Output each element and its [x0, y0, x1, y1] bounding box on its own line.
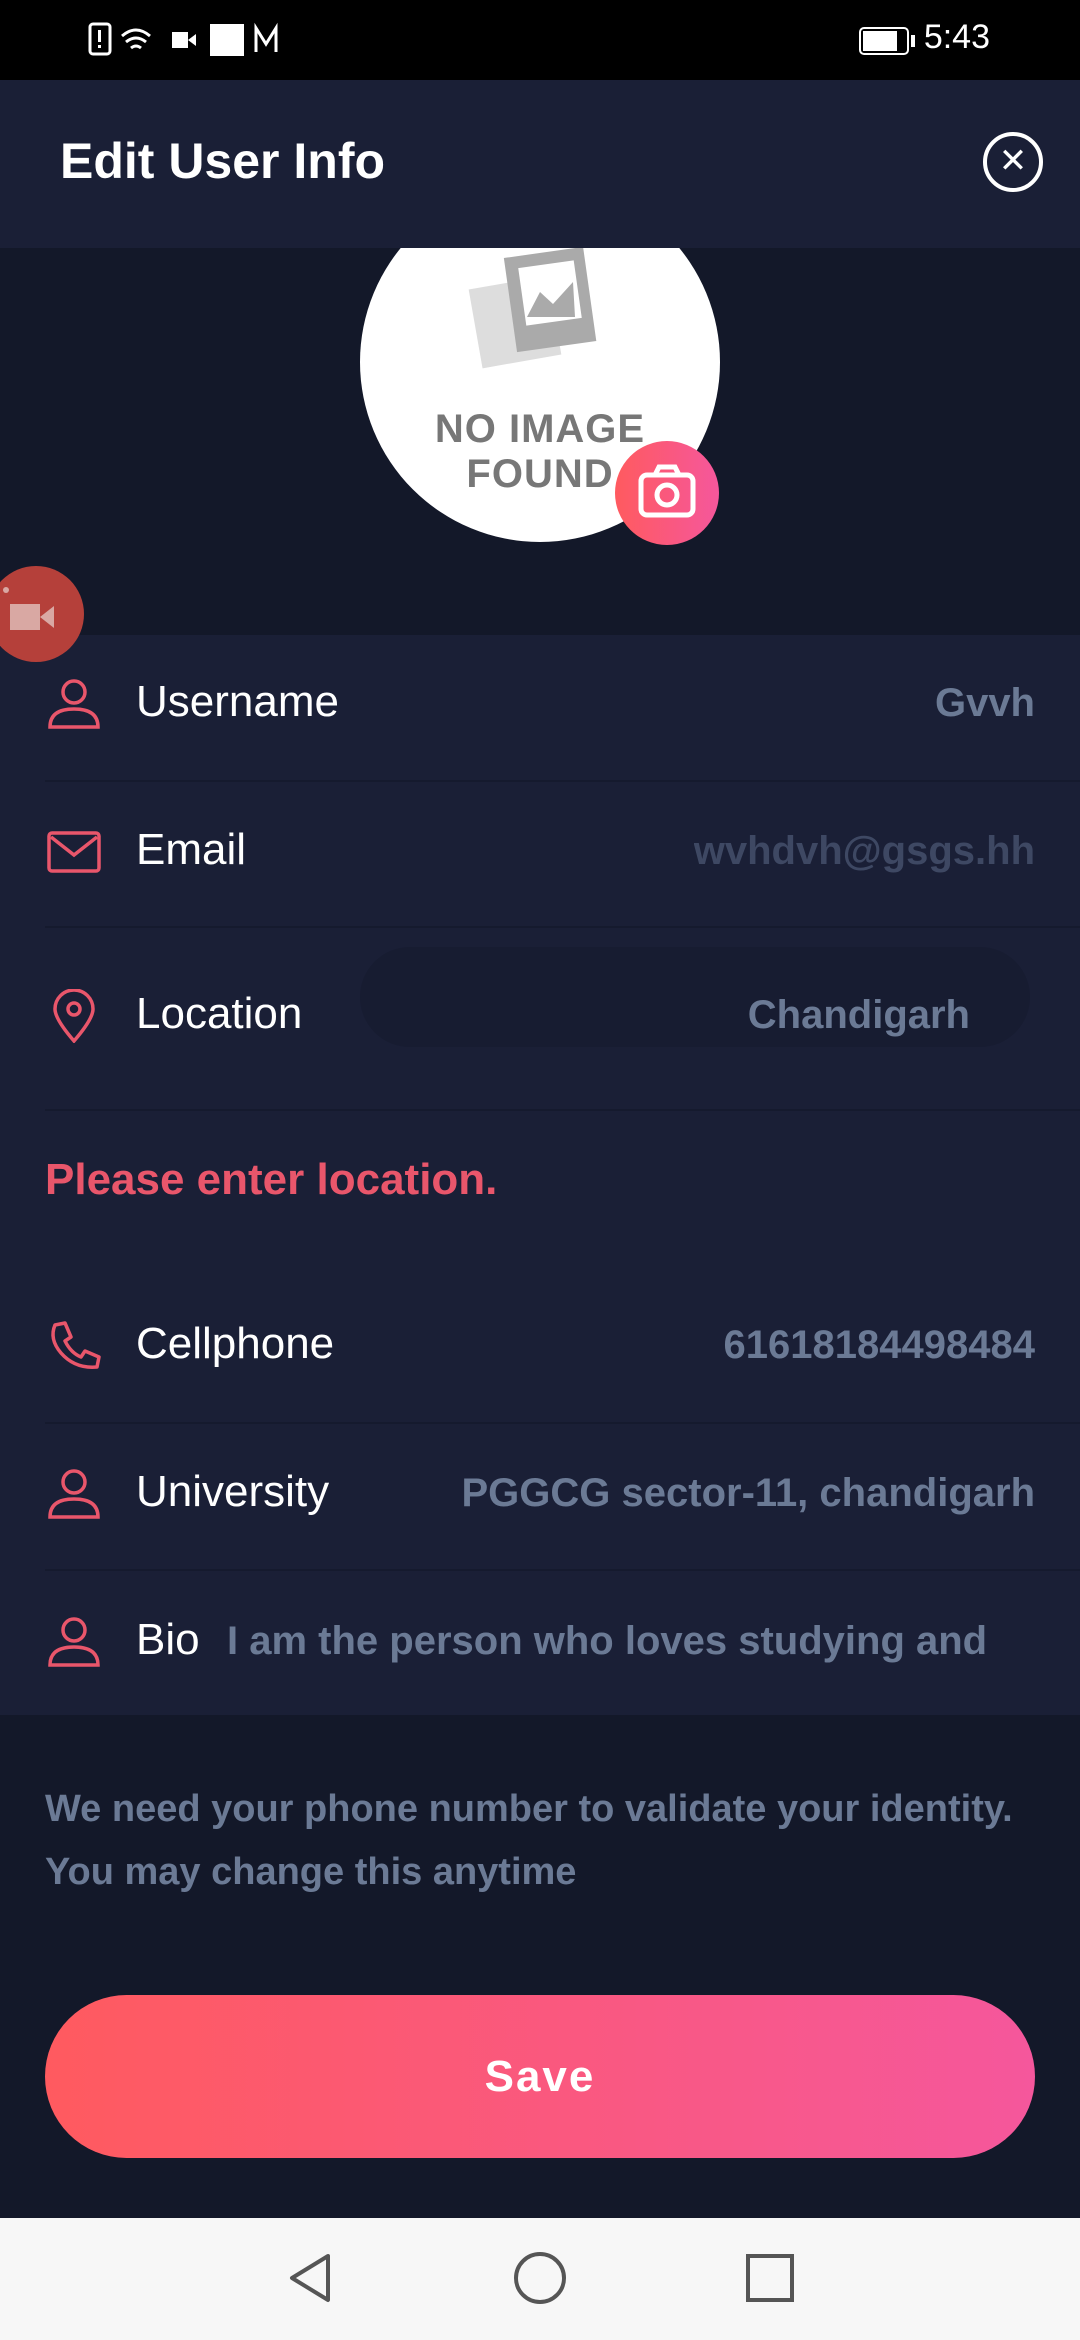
university-row[interactable]: University PGGCG sector-11, chandigarh — [45, 1443, 1080, 1543]
close-button[interactable]: ✕ — [983, 132, 1043, 192]
user-icon — [48, 679, 100, 729]
username-input[interactable]: Gvvh — [935, 681, 1035, 726]
university-label: University — [136, 1467, 330, 1516]
email-input[interactable]: wvhdvh@gsgs.hh — [694, 829, 1035, 874]
status-bar: 5:43 — [0, 0, 1080, 80]
location-pin-icon — [53, 989, 95, 1043]
location-error: Please enter location. — [45, 1155, 498, 1204]
image-placeholder-icon — [468, 248, 597, 369]
video-camera-icon — [3, 587, 54, 630]
location-value[interactable]: Chandigarh — [748, 993, 970, 1038]
university-input[interactable]: PGGCG sector-11, chandigarh — [462, 1471, 1036, 1516]
cellphone-row[interactable]: Cellphone 61618184498484 — [45, 1295, 1080, 1395]
bio-row[interactable]: Bio I am the person who loves studying a… — [45, 1591, 1080, 1691]
battery-icon — [859, 27, 915, 55]
mail-icon — [47, 831, 101, 873]
helper-text: We need your phone number to validate yo… — [45, 1788, 1013, 1893]
screen-recorder-button[interactable] — [0, 566, 84, 662]
location-row[interactable]: Location Chandigarh — [45, 947, 1080, 1065]
email-label: Email — [136, 825, 247, 874]
bio-input[interactable]: I am the person who loves studying and — [227, 1619, 1035, 1664]
close-icon: ✕ — [998, 142, 1028, 180]
header: Edit User Info ✕ — [0, 80, 1080, 248]
divider — [45, 1109, 1080, 1111]
divider — [45, 1422, 1080, 1424]
divider — [45, 926, 1080, 928]
bio-label: Bio — [136, 1615, 200, 1664]
home-icon[interactable] — [510, 2248, 570, 2308]
save-button[interactable]: Save — [45, 1995, 1035, 2158]
navigation-bar — [0, 2218, 1080, 2340]
user-info-form: Username Gvvh Email wvhdvh@gsgs.hh Locat… — [0, 635, 1080, 1715]
page-title: Edit User Info — [60, 133, 386, 189]
back-icon[interactable] — [280, 2248, 340, 2308]
email-row[interactable]: Email wvhdvh@gsgs.hh — [45, 801, 1080, 901]
username-label: Username — [136, 677, 339, 726]
cellphone-label: Cellphone — [136, 1319, 335, 1368]
notification-icons — [88, 22, 278, 56]
divider — [45, 1569, 1080, 1571]
cellphone-input[interactable]: 61618184498484 — [724, 1323, 1035, 1368]
change-photo-button[interactable] — [615, 441, 719, 545]
clock: 5:43 — [923, 18, 990, 56]
user-icon — [48, 1469, 100, 1519]
avatar-area: NO IMAGE FOUND — [0, 248, 1080, 635]
divider — [45, 780, 1080, 782]
user-icon — [48, 1617, 100, 1667]
phone-icon — [51, 1321, 101, 1369]
recents-icon[interactable] — [740, 2248, 800, 2308]
location-label: Location — [136, 989, 303, 1038]
username-row[interactable]: Username Gvvh — [45, 653, 1080, 753]
camera-icon — [638, 464, 696, 518]
